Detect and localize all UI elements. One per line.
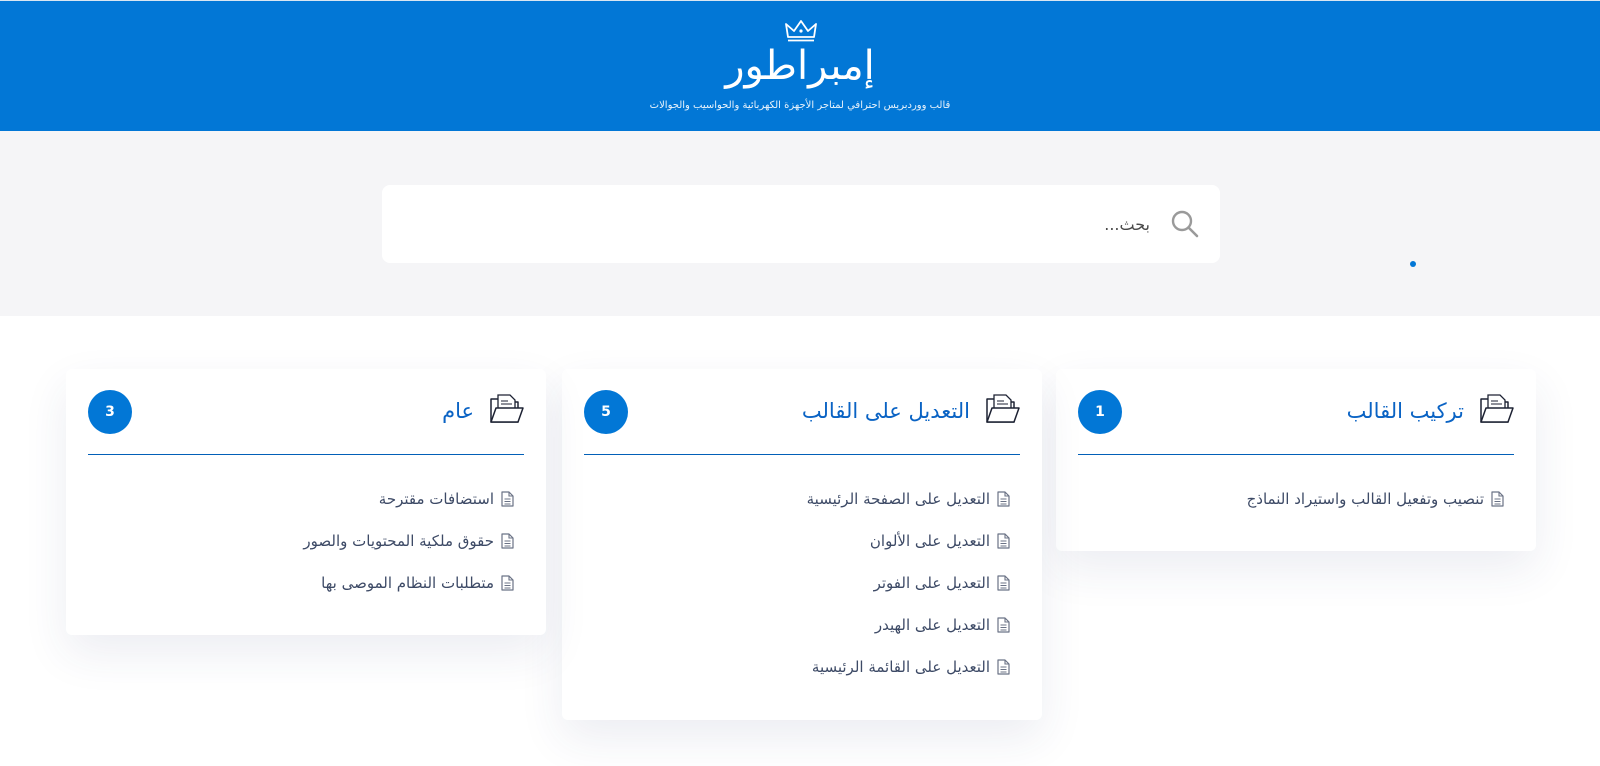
decorative-dot bbox=[1410, 261, 1416, 267]
document-icon bbox=[997, 659, 1010, 675]
list-item: التعديل على الألوان bbox=[807, 529, 1020, 571]
category-card-theme-editing: التعديل على القالب 5 التعديل على الصفحة … bbox=[562, 369, 1042, 720]
article-list: تنصيب وتفعيل القالب واستيراد النماذج bbox=[1247, 487, 1514, 529]
category-title[interactable]: التعديل على القالب bbox=[802, 397, 970, 425]
folder-icon bbox=[1480, 394, 1514, 423]
article-link[interactable]: استضافات مقترحة bbox=[379, 490, 494, 508]
folder-icon bbox=[490, 394, 524, 423]
category-header: عام 3 bbox=[88, 369, 524, 455]
list-item: التعديل على الهيدر bbox=[807, 613, 1020, 655]
site-title[interactable]: إمبراطور bbox=[0, 41, 1600, 91]
document-icon bbox=[501, 575, 514, 591]
article-count-badge: 3 bbox=[88, 390, 132, 434]
article-link[interactable]: التعديل على الفوتر bbox=[874, 574, 990, 592]
article-list: استضافات مقترحة حقوق ملكية المحتويات وال… bbox=[303, 487, 524, 613]
search-icon[interactable] bbox=[1170, 209, 1200, 239]
document-icon bbox=[501, 491, 514, 507]
article-link[interactable]: التعديل على الصفحة الرئيسية bbox=[807, 490, 990, 508]
article-link[interactable]: تنصيب وتفعيل القالب واستيراد النماذج bbox=[1247, 490, 1484, 508]
search-section bbox=[0, 131, 1600, 316]
category-header: تركيب القالب 1 bbox=[1078, 369, 1514, 455]
category-header: التعديل على القالب 5 bbox=[584, 369, 1020, 455]
list-item: تنصيب وتفعيل القالب واستيراد النماذج bbox=[1247, 487, 1514, 529]
site-tagline: قالب ووردبريس احترافي لمتاجر الأجهزة الك… bbox=[649, 100, 951, 111]
category-card-general: عام 3 استضافات مقترحة حقوق ملكية المحتوي… bbox=[66, 369, 546, 635]
document-icon bbox=[1491, 491, 1504, 507]
list-item: حقوق ملكية المحتويات والصور bbox=[303, 529, 524, 571]
folder-icon bbox=[986, 394, 1020, 423]
document-icon bbox=[997, 533, 1010, 549]
article-link[interactable]: التعديل على الألوان bbox=[870, 532, 990, 550]
crown-icon[interactable] bbox=[785, 20, 817, 42]
site-header: إمبراطور قالب ووردبريس احترافي لمتاجر ال… bbox=[0, 0, 1600, 131]
list-item: التعديل على الفوتر bbox=[807, 571, 1020, 613]
document-icon bbox=[997, 617, 1010, 633]
category-card-installation: تركيب القالب 1 تنصيب وتفعيل القالب واستي… bbox=[1056, 369, 1536, 551]
list-item: متطلبات النظام الموصى بها bbox=[303, 571, 524, 613]
article-link[interactable]: التعديل على الهيدر bbox=[875, 616, 990, 634]
search-input[interactable] bbox=[430, 203, 1150, 245]
article-count-badge: 1 bbox=[1078, 390, 1122, 434]
search-box[interactable] bbox=[382, 185, 1220, 263]
document-icon bbox=[501, 533, 514, 549]
article-list: التعديل على الصفحة الرئيسية التعديل على … bbox=[807, 487, 1020, 697]
category-title[interactable]: تركيب القالب bbox=[1347, 397, 1464, 425]
document-icon bbox=[997, 491, 1010, 507]
list-item: التعديل على القائمة الرئيسية bbox=[807, 655, 1020, 697]
document-icon bbox=[997, 575, 1010, 591]
article-link[interactable]: حقوق ملكية المحتويات والصور bbox=[303, 532, 494, 550]
list-item: التعديل على الصفحة الرئيسية bbox=[807, 487, 1020, 529]
article-link[interactable]: التعديل على القائمة الرئيسية bbox=[812, 658, 990, 676]
article-count-badge: 5 bbox=[584, 390, 628, 434]
article-link[interactable]: متطلبات النظام الموصى بها bbox=[321, 574, 494, 592]
category-title[interactable]: عام bbox=[442, 397, 474, 425]
list-item: استضافات مقترحة bbox=[303, 487, 524, 529]
